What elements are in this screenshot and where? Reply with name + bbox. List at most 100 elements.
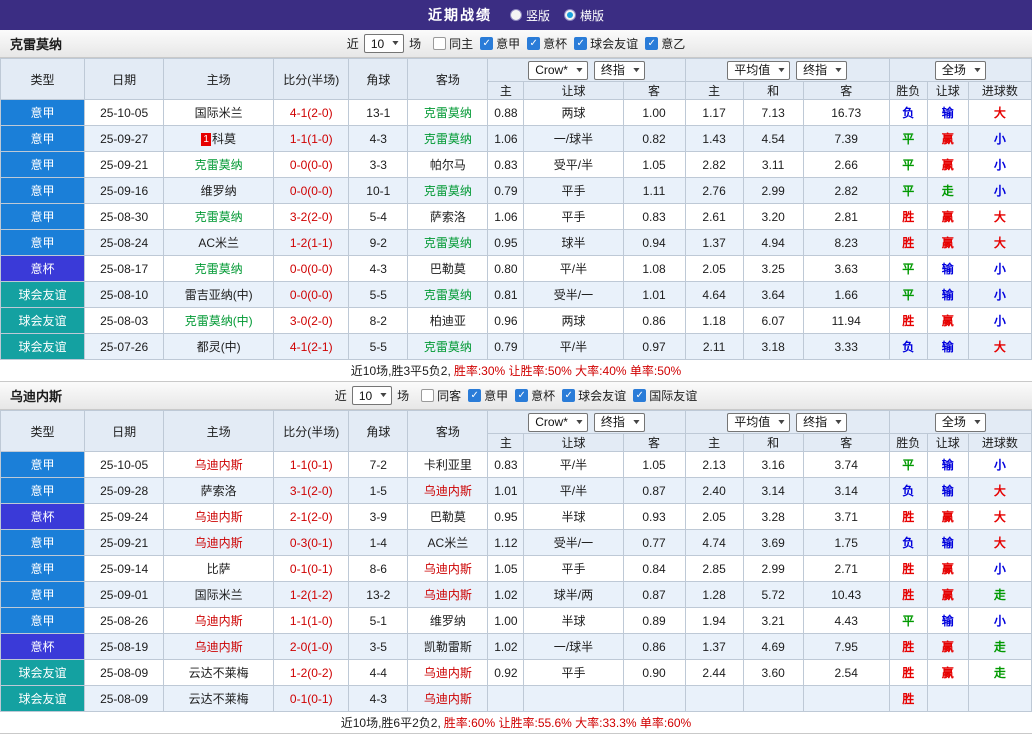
- home-team-cell[interactable]: 克雷莫纳(中): [163, 307, 275, 334]
- home-team-cell[interactable]: 乌迪内斯: [163, 607, 275, 634]
- away-team-name: 克雷莫纳: [423, 184, 472, 198]
- score-cell[interactable]: 0-0(0-0): [273, 151, 350, 178]
- home-team-cell[interactable]: 萨索洛: [163, 477, 275, 504]
- home-team-cell[interactable]: 乌迪内斯: [163, 451, 275, 478]
- away-team-cell[interactable]: 乌迪内斯: [407, 477, 489, 504]
- avg-home-odds: 2.40: [684, 477, 744, 504]
- average-select[interactable]: 平均值 ▼: [727, 60, 791, 80]
- date-cell: 25-08-03: [84, 307, 165, 334]
- match-row: 意甲 25-09-27 1 科莫 1-1(1-0) 4-3 克雷莫纳 1.06 一/球半 0.82…: [0, 125, 1032, 152]
- away-team-cell[interactable]: 乌迪内斯: [407, 581, 489, 608]
- score-cell[interactable]: 3-1(2-0): [273, 477, 350, 504]
- away-team-cell[interactable]: 克雷莫纳: [407, 229, 489, 256]
- filter-checkbox[interactable]: ✓ 意乙: [645, 35, 685, 52]
- home-team-cell[interactable]: 乌迪内斯: [163, 529, 275, 556]
- score-cell[interactable]: 1-1(1-0): [273, 607, 350, 634]
- away-team-cell[interactable]: 乌迪内斯: [407, 659, 489, 686]
- away-team-cell[interactable]: 凯勒雷斯: [407, 633, 489, 660]
- away-team-cell[interactable]: 乌迪内斯: [407, 685, 489, 712]
- filter-checkbox[interactable]: ✓ 球会友谊: [562, 387, 626, 404]
- away-team-cell[interactable]: 克雷莫纳: [407, 281, 489, 308]
- final-index-select[interactable]: 终指 ▼: [796, 60, 848, 80]
- away-team-cell[interactable]: 萨索洛: [407, 203, 489, 230]
- score-cell[interactable]: 0-0(0-0): [273, 255, 350, 282]
- score-cell[interactable]: 1-1(0-1): [273, 451, 350, 478]
- score-cell[interactable]: 3-2(2-0): [273, 203, 350, 230]
- match-row: 球会友谊 25-08-09 云达不莱梅 0-1(0-1) 4-3 乌迪内斯 胜: [0, 685, 1032, 712]
- filter-checkbox[interactable]: ✓ 国际友谊: [633, 387, 697, 404]
- score-cell[interactable]: 2-1(2-0): [273, 503, 350, 530]
- avg-home-odds: 2.13: [684, 451, 744, 478]
- home-team-cell[interactable]: 克雷莫纳: [163, 151, 275, 178]
- bookmaker-select[interactable]: Crow* ▼: [528, 60, 588, 80]
- away-team-cell[interactable]: 克雷莫纳: [407, 333, 489, 360]
- match-count-select[interactable]: 10 ▼: [363, 34, 405, 53]
- checkbox-icon: ✓: [645, 37, 659, 50]
- away-team-cell[interactable]: 卡利亚里: [407, 451, 489, 478]
- result-handicap: 输: [926, 333, 969, 360]
- home-team-cell[interactable]: 克雷莫纳: [163, 203, 275, 230]
- score-cell[interactable]: 0-1(0-1): [273, 685, 350, 712]
- fulltime-select[interactable]: 全场 ▼: [934, 412, 986, 432]
- home-team-cell[interactable]: 云达不莱梅: [163, 685, 275, 712]
- final-index-select[interactable]: 终指 ▼: [593, 412, 645, 432]
- score-cell[interactable]: 4-1(2-1): [273, 333, 350, 360]
- away-team-cell[interactable]: 柏迪亚: [407, 307, 489, 334]
- home-team-cell[interactable]: 克雷莫纳: [163, 255, 275, 282]
- score-cell[interactable]: 1-2(1-1): [273, 229, 350, 256]
- layout-radio[interactable]: 横版: [564, 7, 604, 24]
- layout-radio[interactable]: 竖版: [509, 7, 550, 24]
- score-cell[interactable]: 2-0(1-0): [273, 633, 350, 660]
- checkbox-icon: ✓: [468, 389, 482, 402]
- fulltime-select[interactable]: 全场 ▼: [934, 60, 986, 80]
- away-team-cell[interactable]: 克雷莫纳: [407, 177, 489, 204]
- average-select[interactable]: 平均值 ▼: [727, 412, 791, 432]
- home-team-cell[interactable]: 1 科莫: [163, 125, 275, 152]
- filter-checkbox[interactable]: ✓ 意杯: [515, 387, 555, 404]
- home-team-cell[interactable]: 都灵(中): [163, 333, 275, 360]
- score-cell[interactable]: 4-1(2-0): [273, 99, 350, 126]
- home-team-cell[interactable]: 乌迪内斯: [163, 633, 275, 660]
- asian-home-odds: 1.00: [487, 607, 525, 634]
- away-team-cell[interactable]: 巴勒莫: [407, 255, 489, 282]
- avg-draw-odds: 4.94: [742, 229, 804, 256]
- score-cell[interactable]: 1-2(0-2): [273, 659, 350, 686]
- match-count-select[interactable]: 10 ▼: [351, 386, 393, 405]
- bookmaker-select[interactable]: Crow* ▼: [528, 412, 588, 432]
- subcol-handicap: 让球: [523, 81, 624, 100]
- home-team-cell[interactable]: 雷吉亚纳(中): [163, 281, 275, 308]
- home-team-cell[interactable]: 维罗纳: [163, 177, 275, 204]
- final-index-select[interactable]: 终指 ▼: [796, 412, 848, 432]
- away-team-cell[interactable]: 维罗纳: [407, 607, 489, 634]
- filter-checkbox[interactable]: ✓ 意甲: [468, 387, 508, 404]
- final-index-select[interactable]: 终指 ▼: [593, 60, 645, 80]
- away-team-cell[interactable]: 克雷莫纳: [407, 99, 489, 126]
- score-cell[interactable]: 0-0(0-0): [273, 177, 350, 204]
- avg-home-odds: 2.61: [684, 203, 744, 230]
- asian-away-odds: 1.05: [622, 151, 686, 178]
- score-cell[interactable]: 3-0(2-0): [273, 307, 350, 334]
- score-cell[interactable]: 1-2(1-2): [273, 581, 350, 608]
- home-team-cell[interactable]: 比萨: [163, 555, 275, 582]
- asian-handicap: 一/球半: [523, 125, 624, 152]
- home-team-cell[interactable]: AC米兰: [163, 229, 275, 256]
- filter-checkbox[interactable]: ✓ 球会友谊: [574, 35, 638, 52]
- home-team-cell[interactable]: 国际米兰: [163, 99, 275, 126]
- filter-checkbox[interactable]: 同客: [421, 387, 461, 404]
- home-team-cell[interactable]: 国际米兰: [163, 581, 275, 608]
- chevron-down-icon: ▼: [833, 66, 844, 74]
- home-team-cell[interactable]: 乌迪内斯: [163, 503, 275, 530]
- score-cell[interactable]: 0-3(0-1): [273, 529, 350, 556]
- home-team-cell[interactable]: 云达不莱梅: [163, 659, 275, 686]
- away-team-cell[interactable]: 克雷莫纳: [407, 125, 489, 152]
- filter-checkbox[interactable]: 同主: [433, 35, 473, 52]
- away-team-cell[interactable]: 巴勒莫: [407, 503, 489, 530]
- away-team-cell[interactable]: 乌迪内斯: [407, 555, 489, 582]
- filter-checkbox[interactable]: ✓ 意甲: [480, 35, 520, 52]
- score-cell[interactable]: 0-0(0-0): [273, 281, 350, 308]
- filter-checkbox[interactable]: ✓ 意杯: [527, 35, 567, 52]
- score-cell[interactable]: 1-1(1-0): [273, 125, 350, 152]
- away-team-cell[interactable]: AC米兰: [407, 529, 489, 556]
- score-cell[interactable]: 0-1(0-1): [273, 555, 350, 582]
- away-team-cell[interactable]: 帕尔马: [407, 151, 489, 178]
